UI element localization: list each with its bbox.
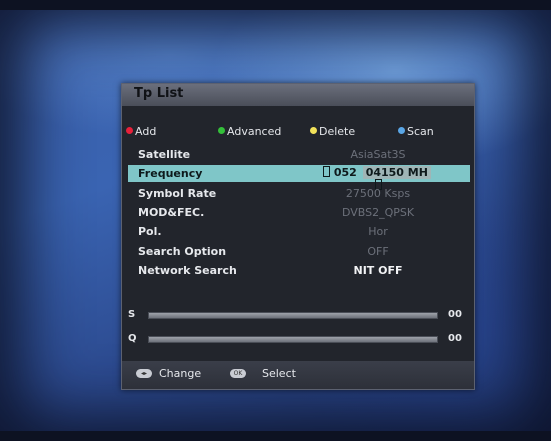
strength-label: S (128, 309, 136, 320)
quality-bar (148, 336, 438, 343)
color-key-legend: Add Advanced Delete Scan (122, 125, 474, 141)
red-dot-icon (126, 127, 133, 134)
row-label: Pol. (138, 225, 162, 238)
row-label: MOD&FEC. (138, 206, 205, 219)
row-mod-fec[interactable]: MOD&FEC. DVBS2_QPSK (128, 204, 470, 221)
dialog-title-bar: Tp List (122, 84, 474, 106)
signal-strength-meter: S 00 (128, 308, 466, 322)
select-hint-label: Select (262, 367, 296, 380)
row-value: OFF (367, 245, 389, 258)
row-label: Satellite (138, 148, 191, 161)
quality-label: Q (128, 333, 137, 344)
row-label: Frequency (138, 167, 203, 180)
green-dot-icon (218, 127, 225, 134)
left-cursor-icon (323, 166, 331, 177)
row-label: Search Option (138, 245, 227, 258)
strength-value: 00 (448, 309, 462, 320)
frequency-channel: 052 (333, 166, 357, 179)
legend-advanced-label: Advanced (227, 125, 282, 138)
top-bezel (0, 0, 551, 10)
legend-scan[interactable]: Scan (398, 125, 434, 138)
row-satellite[interactable]: Satellite AsiaSat3S (128, 146, 470, 163)
row-value: Hor (368, 225, 388, 238)
row-label: Network Search (138, 264, 237, 277)
row-symbol-rate[interactable]: Symbol Rate 27500 Ksps (128, 185, 470, 202)
row-search-option[interactable]: Search Option OFF (128, 243, 470, 260)
change-hint-label: Change (159, 367, 202, 380)
row-label: Symbol Rate (138, 187, 217, 200)
row-network-search[interactable]: Network Search NIT OFF (128, 262, 470, 279)
signal-quality-meter: Q 00 (128, 332, 466, 346)
legend-scan-label: Scan (407, 125, 434, 138)
dialog-footer-hints: ◂▸ Change OK Select (122, 361, 474, 389)
tp-list-dialog: Tp List Add Advanced Delete Scan Satelli… (121, 83, 475, 390)
ok-key-icon: OK (230, 369, 246, 378)
dialog-title: Tp List (134, 86, 184, 101)
quality-value: 00 (448, 333, 462, 344)
blue-dot-icon (398, 127, 405, 134)
row-frequency[interactable]: Frequency 052 04150 MH (128, 165, 470, 190)
strength-bar (148, 312, 438, 319)
legend-delete[interactable]: Delete (310, 125, 355, 138)
frequency-edit-field[interactable]: 04150 MH (362, 166, 431, 179)
row-value: 27500 Ksps (345, 187, 411, 200)
row-polarization[interactable]: Pol. Hor (128, 223, 470, 240)
bottom-bezel (0, 431, 551, 441)
legend-add[interactable]: Add (126, 125, 156, 138)
legend-add-label: Add (135, 125, 157, 138)
legend-delete-label: Delete (319, 125, 356, 138)
yellow-dot-icon (310, 127, 317, 134)
row-value: DVBS2_QPSK (341, 206, 415, 219)
left-right-key-icon: ◂▸ (136, 369, 152, 378)
legend-advanced[interactable]: Advanced (218, 125, 281, 138)
row-value: AsiaSat3S (350, 148, 406, 161)
frequency-value[interactable]: 052 04150 MH (318, 166, 438, 190)
row-value: NIT OFF (353, 264, 403, 277)
